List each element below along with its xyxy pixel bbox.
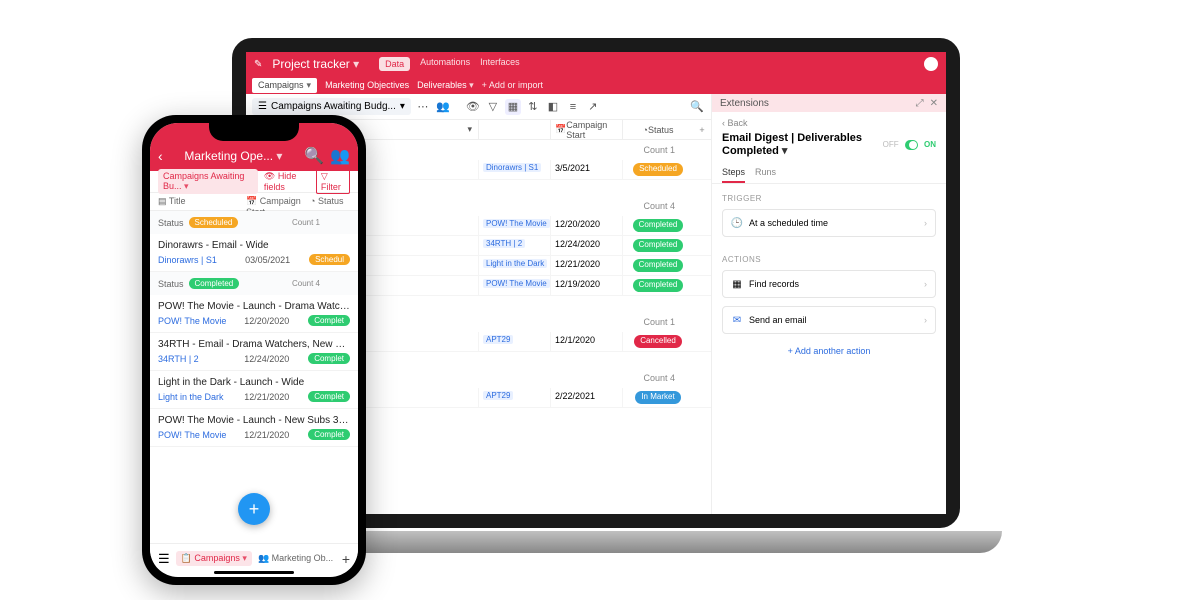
- table-campaigns[interactable]: Campaigns: [252, 78, 317, 93]
- app-title[interactable]: Project tracker: [272, 57, 359, 71]
- close-icon[interactable]: ✕: [930, 98, 938, 109]
- automation-title[interactable]: Email Digest | Deliverables Completed: [722, 132, 877, 157]
- ph-col-start[interactable]: 📅 Campaign Start: [246, 196, 310, 207]
- col-campaign-start[interactable]: 📅 Campaign Start: [551, 120, 623, 139]
- phone-group-header[interactable]: Status CompletedCount 4: [150, 272, 358, 295]
- edit-icon: ✎: [254, 59, 262, 70]
- phone-bottom-bar: ☰ 📋 Campaigns 👥 Marketing Ob... +: [150, 543, 358, 573]
- on-label: ON: [924, 140, 936, 149]
- chevron-right-icon: ›: [924, 218, 927, 228]
- search-icon[interactable]: 🔍: [304, 146, 324, 166]
- rowheight-icon[interactable]: ≡: [565, 99, 581, 115]
- chevron-right-icon: ›: [924, 279, 927, 289]
- clock-icon: 🕒: [731, 217, 743, 229]
- bottom-marketing-chip[interactable]: 👥 Marketing Ob...: [258, 553, 333, 564]
- phone-list-item[interactable]: POW! The Movie - Launch - Drama Watchers…: [150, 295, 358, 333]
- table-deliverables[interactable]: Deliverables: [417, 80, 474, 91]
- home-indicator: [214, 571, 294, 574]
- hide-fields-button[interactable]: 👁 Hide fields: [264, 171, 310, 192]
- more-icon[interactable]: ⋯: [415, 99, 431, 115]
- phone-list-item[interactable]: Light in the Dark - Launch - WideLight i…: [150, 371, 358, 409]
- minimize-icon[interactable]: ⤢: [916, 98, 924, 109]
- bottom-campaigns-chip[interactable]: 📋 Campaigns: [176, 551, 252, 566]
- add-import-button[interactable]: + Add or import: [482, 80, 543, 90]
- phone-group-header[interactable]: Status ScheduledCount 1: [150, 211, 358, 234]
- nav-interfaces[interactable]: Interfaces: [480, 57, 520, 71]
- hide-icon[interactable]: 👁: [465, 99, 481, 115]
- email-icon: ✉: [731, 314, 743, 326]
- phone-title[interactable]: Marketing Ope...: [169, 149, 298, 163]
- extensions-header: Extensions ⤢ ✕: [712, 94, 946, 112]
- fab-add-button[interactable]: +: [238, 493, 270, 525]
- people-icon[interactable]: 👥: [330, 146, 350, 166]
- avatar[interactable]: [924, 57, 938, 71]
- share-icon[interactable]: ↗: [585, 99, 601, 115]
- tab-runs[interactable]: Runs: [755, 163, 776, 183]
- phone-list-item[interactable]: Dinorawrs - Email - WideDinorawrs | S103…: [150, 234, 358, 272]
- nav-automations[interactable]: Automations: [420, 57, 470, 71]
- phone-list-item[interactable]: POW! The Movie - Launch - New Subs 30 D.…: [150, 409, 358, 447]
- on-toggle[interactable]: [905, 140, 918, 150]
- action-find-records[interactable]: ▦ Find records ›: [722, 270, 936, 298]
- people-icon[interactable]: 👥: [435, 99, 451, 115]
- nav-data[interactable]: Data: [379, 57, 410, 71]
- extensions-panel: Extensions ⤢ ✕ ‹ Back Email Digest | Del…: [712, 94, 946, 514]
- off-label: OFF: [883, 140, 899, 149]
- table-marketing-objectives[interactable]: Marketing Objectives: [325, 80, 409, 90]
- sort-icon[interactable]: ⇅: [525, 99, 541, 115]
- col-status[interactable]: ◔ Status: [623, 120, 693, 139]
- back-icon[interactable]: ‹: [158, 148, 163, 164]
- ph-col-title[interactable]: ▤ Title: [158, 196, 246, 207]
- search-icon[interactable]: 🔍: [689, 99, 705, 115]
- view-switcher[interactable]: ☰ Campaigns Awaiting Budg... ▾: [252, 98, 411, 115]
- color-icon[interactable]: ◧: [545, 99, 561, 115]
- filter-icon[interactable]: ▽: [485, 99, 501, 115]
- tab-steps[interactable]: Steps: [722, 163, 745, 183]
- chevron-right-icon: ›: [924, 315, 927, 325]
- phone-columns-header: ▤ Title 📅 Campaign Start ◔ Status: [150, 193, 358, 211]
- bottom-add-button[interactable]: +: [342, 551, 350, 567]
- filter-button[interactable]: ▽ Filter: [316, 169, 350, 194]
- phone-list-item[interactable]: 34RTH - Email - Drama Watchers, New Sub.…: [150, 333, 358, 371]
- extensions-label: Extensions: [720, 98, 769, 109]
- phone-view-chip[interactable]: Campaigns Awaiting Bu...: [158, 169, 258, 194]
- back-link[interactable]: ‹ Back: [712, 112, 946, 130]
- app-header: ✎ Project tracker Data Automations Inter…: [246, 52, 946, 76]
- action-send-email[interactable]: ✉ Send an email ›: [722, 306, 936, 334]
- tables-tab-row: Campaigns Marketing Objectives Deliverab…: [246, 76, 946, 94]
- actions-section-label: ACTIONS: [712, 245, 946, 270]
- phone-device: ‹ Marketing Ope... 🔍 👥 Campaigns Awaitin…: [142, 115, 366, 585]
- add-column-button[interactable]: +: [693, 120, 711, 139]
- group-icon[interactable]: ▦: [505, 99, 521, 115]
- phone-notch: [209, 123, 299, 141]
- menu-icon[interactable]: ☰: [158, 551, 170, 567]
- phone-toolbar: Campaigns Awaiting Bu... 👁 Hide fields ▽…: [150, 171, 358, 193]
- records-icon: ▦: [731, 278, 743, 290]
- add-action-button[interactable]: + Add another action: [712, 342, 946, 360]
- ph-col-status[interactable]: ◔ Status: [310, 196, 350, 207]
- trigger-card[interactable]: 🕒 At a scheduled time ›: [722, 209, 936, 237]
- trigger-section-label: TRIGGER: [712, 184, 946, 209]
